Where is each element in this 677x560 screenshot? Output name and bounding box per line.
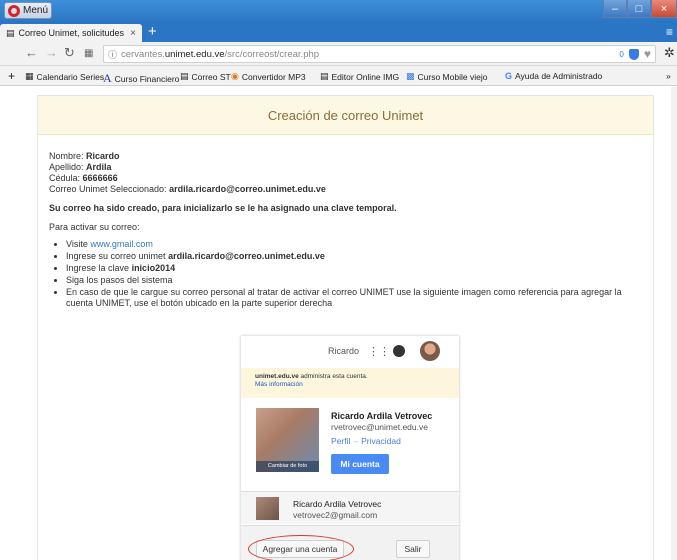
minimize-button[interactable]: –: [603, 0, 627, 18]
activation-steps: Visite www.gmail.com Ingrese su correo u…: [49, 239, 639, 309]
tab-menu-icon[interactable]: ≡: [666, 25, 673, 39]
maximize-button[interactable]: □: [627, 0, 651, 18]
bookmark-ayuda[interactable]: G Ayuda de Administrado: [505, 71, 602, 81]
change-photo-label: Cambiar de foto: [256, 461, 319, 472]
step-email: Ingrese su correo unimet ardila.ricardo@…: [66, 251, 639, 262]
folder-icon: ▤: [320, 71, 329, 81]
shield-icon[interactable]: [628, 48, 639, 60]
nombre-row: Nombre: Ricardo: [49, 151, 120, 161]
url-path: /src/correost/crear.php: [224, 48, 320, 60]
activation-heading: Para activar su correo:: [49, 222, 140, 232]
my-account-button: Mi cuenta: [331, 454, 389, 474]
reload-icon[interactable]: ↻: [64, 46, 75, 60]
google-user-name: Ricardo: [328, 346, 360, 356]
bookmark-correo-st[interactable]: ▤ Correo ST: [180, 71, 231, 82]
more-info-link: Más información: [255, 381, 303, 388]
forward-icon[interactable]: →: [45, 46, 58, 60]
step-follow: Siga los pasos del sistema: [66, 275, 639, 286]
page-scrollbar[interactable]: [671, 87, 677, 560]
close-window-button[interactable]: ×: [651, 0, 677, 18]
google-icon: G: [505, 71, 513, 81]
secondary-account: Ricardo Ardila Vetrovec vetrovec2@gmail.…: [241, 492, 459, 524]
step-password: Ingrese la clave inicio2014: [66, 263, 639, 274]
address-bar[interactable]: ⓘ cervantes.unimet.edu.ve/src/correost/c…: [103, 45, 656, 63]
bookmark-editor[interactable]: ▤ Editor Online IMG: [320, 71, 399, 82]
site-info-icon[interactable]: ⓘ: [108, 48, 117, 61]
more-bookmarks-icon[interactable]: »: [666, 71, 671, 81]
mp3-icon: ◉: [231, 71, 239, 81]
opera-menu-button[interactable]: Menú: [4, 2, 52, 19]
page-favicon-icon: ▤: [6, 27, 15, 38]
profile-photo: Cambiar de foto: [256, 408, 319, 472]
gear-icon[interactable]: ✲: [664, 46, 675, 60]
secondary-avatar: [256, 497, 279, 520]
tab-close-icon[interactable]: ×: [130, 28, 136, 39]
secondary-account-name: Ricardo Ardila Vetrovec: [293, 499, 382, 509]
step-visit: Visite www.gmail.com: [66, 239, 639, 250]
tab-title: Correo Unimet, solicitudes o: [18, 28, 127, 38]
back-icon[interactable]: ←: [25, 46, 38, 60]
step-reference: En caso de que le cargue su correo perso…: [66, 287, 639, 309]
opera-logo-icon: [8, 4, 20, 17]
secondary-account-email: vetrovec2@gmail.com: [293, 510, 378, 520]
new-tab-button[interactable]: +: [148, 24, 157, 40]
window-controls: – □ ×: [603, 0, 677, 18]
notifications-icon: [393, 345, 405, 357]
folder-icon: ▤: [180, 71, 189, 81]
google-topbar: Ricardo ⋮⋮⋮: [241, 336, 459, 366]
creation-panel: Creación de correo Unimet Nombre: Ricard…: [37, 95, 654, 560]
bookmark-calendario[interactable]: ▦ Calendario Series: [25, 71, 104, 82]
managed-account-notice: unimet.edu.ve administra esta cuenta. Má…: [241, 368, 459, 398]
calendar-icon: ▦: [25, 71, 34, 81]
speed-dial-icon[interactable]: ▦: [84, 47, 93, 61]
page-viewport: Creación de correo Unimet Nombre: Ricard…: [0, 87, 677, 560]
cedula-value: 6666666: [82, 173, 118, 183]
bookmark-convertidor[interactable]: ◉ Convertidor MP3: [231, 71, 306, 82]
window-titlebar: Menú – □ ×: [0, 0, 677, 22]
bookmark-curso-financiero[interactable]: A Curso Financiero: [103, 71, 179, 86]
bookmarks-bar: + ▦ Calendario Series A Curso Financiero ▤…: [0, 66, 677, 86]
success-message: Su correo ha sido creado, para inicializ…: [49, 203, 397, 213]
add-bookmark-icon[interactable]: +: [8, 69, 15, 83]
correo-row: Correo Unimet Seleccionado: ardila.ricar…: [49, 184, 326, 194]
letter-a-icon: A: [103, 71, 112, 85]
profile-link: Perfil: [331, 436, 351, 446]
address-toolbar: ← → ↻ ▦ ⓘ cervantes.unimet.edu.ve/src/co…: [0, 42, 677, 66]
panel-body: Nombre: Ricardo Apellido: Ardila Cédula:…: [49, 151, 639, 310]
heart-icon[interactable]: ♥: [644, 47, 651, 61]
apellido-value: Ardila: [86, 162, 112, 172]
highlight-circle: [248, 535, 354, 560]
avatar: [420, 341, 440, 361]
panel-title: Creación de correo Unimet: [38, 96, 653, 135]
image-icon: ▩: [406, 71, 415, 81]
google-account-menu-image: Ricardo ⋮⋮⋮ unimet.edu.ve administra est…: [241, 336, 459, 560]
tab-correo-unimet[interactable]: ▤ Correo Unimet, solicitudes o ×: [0, 24, 142, 42]
url-actions: 0 ♥: [619, 47, 655, 61]
url-text[interactable]: cervantes.unimet.edu.ve/src/correost/cre…: [121, 49, 615, 60]
bookmark-curso-mobile[interactable]: ▩ Curso Mobile viejo: [406, 71, 487, 82]
account-menu-footer: Agregar una cuenta Salir: [241, 525, 459, 560]
cedula-row: Cédula: 6666666: [49, 173, 118, 183]
apellido-row: Apellido: Ardila: [49, 162, 112, 172]
privacy-link: Privacidad: [361, 436, 401, 446]
account-email: rvetrovec@unimet.edu.ve: [331, 422, 428, 432]
url-domain: unimet.edu.ve: [164, 48, 225, 60]
correo-value: ardila.ricardo@correo.unimet.edu.ve: [169, 184, 326, 194]
tab-strip: ▤ Correo Unimet, solicitudes o × + ≡: [0, 22, 677, 42]
account-links: Perfil – Privacidad: [331, 436, 401, 446]
gmail-link[interactable]: www.gmail.com: [90, 239, 153, 249]
sign-out-button: Salir: [396, 540, 430, 558]
ad-block-count: 0: [619, 49, 624, 59]
url-host: cervantes.: [121, 48, 165, 60]
menu-label: Menú: [23, 5, 49, 16]
nombre-value: Ricardo: [86, 151, 120, 161]
account-name: Ricardo Ardila Vetrovec: [331, 411, 433, 421]
